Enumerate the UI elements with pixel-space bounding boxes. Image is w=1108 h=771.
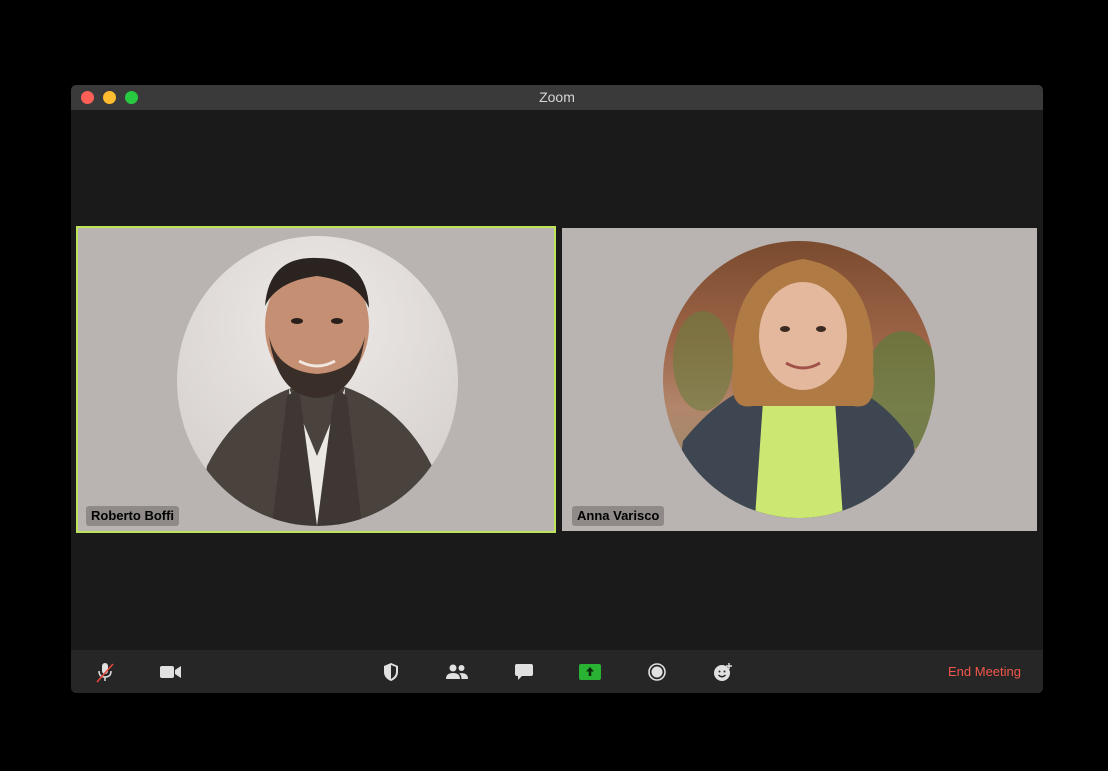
record-button[interactable] [645, 660, 669, 684]
participant-tile-anna-varisco[interactable]: Anna Varisco [562, 228, 1037, 531]
participants-icon [446, 664, 468, 679]
video-camera-icon [160, 666, 181, 678]
chat-icon [515, 664, 533, 680]
person-photo-icon [673, 259, 935, 518]
window-title: Zoom [539, 89, 575, 105]
video-button[interactable] [159, 660, 183, 684]
share-screen-button[interactable] [578, 660, 602, 684]
security-shield-icon [384, 663, 398, 681]
mute-button[interactable] [93, 660, 117, 684]
person-photo-icon [197, 257, 442, 526]
participant-photo [663, 241, 935, 518]
participant-tile-roberto-boffi[interactable]: Roberto Boffi [76, 226, 556, 533]
chat-button[interactable] [512, 660, 536, 684]
participants-button[interactable] [445, 660, 469, 684]
zoom-window: Zoom Roberto Boffi Anna Varisco End Meet… [71, 85, 1043, 693]
end-meeting-button[interactable]: End Meeting [948, 650, 1021, 693]
security-button[interactable] [379, 660, 403, 684]
record-icon [648, 663, 666, 681]
title-bar[interactable]: Zoom [71, 85, 1043, 110]
meeting-toolbar: End Meeting [71, 650, 1043, 693]
reactions-icon [714, 663, 732, 681]
participant-photo [177, 236, 458, 526]
participant-name-label: Anna Varisco [572, 506, 665, 526]
share-screen-icon [579, 664, 601, 680]
microphone-muted-icon [96, 663, 114, 683]
reactions-button[interactable] [711, 660, 735, 684]
participant-name-label: Roberto Boffi [86, 506, 180, 526]
